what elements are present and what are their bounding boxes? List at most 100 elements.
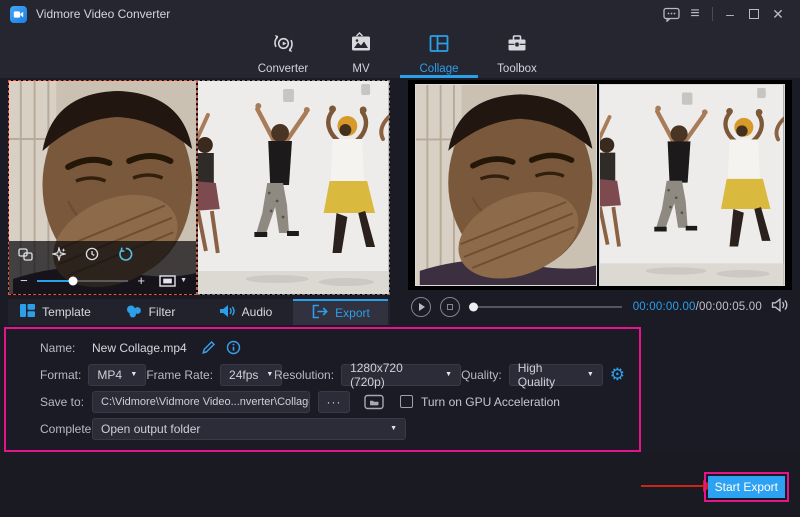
current-time: 00:00:00.00	[633, 301, 696, 313]
zoom-in-icon[interactable]: +	[135, 274, 147, 287]
quality-dropdown[interactable]: High Quality ▼	[509, 364, 603, 386]
format-value: MP4	[97, 368, 122, 382]
save-path-field[interactable]: C:\Vidmore\Vidmore Video...nverter\Colla…	[92, 391, 310, 413]
close-button[interactable]: ✕	[766, 3, 790, 25]
framerate-value: 24fps	[229, 368, 258, 382]
annotation-arrow	[641, 485, 703, 487]
video-man-preview	[416, 85, 596, 285]
framerate-label: Frame Rate:	[146, 368, 213, 382]
filter-icon	[126, 304, 142, 321]
highlight-box: Start Export	[704, 472, 789, 502]
quality-value: High Quality	[518, 361, 579, 389]
subtab-label: Audio	[242, 305, 273, 319]
format-row: Format: MP4 ▼ Frame Rate: 24fps ▼ Resolu…	[6, 361, 639, 388]
volume-icon[interactable]	[771, 298, 789, 317]
complete-action-dropdown[interactable]: Open output folder ▼	[92, 418, 406, 440]
subtab-label: Template	[42, 305, 91, 319]
footer-bar: Start Export	[0, 452, 800, 517]
slider-thumb[interactable]	[69, 276, 78, 285]
scale-slider[interactable]	[37, 280, 128, 282]
complete-row: Complete: Open output folder ▼	[6, 415, 639, 442]
play-button[interactable]	[411, 297, 431, 317]
maximize-button[interactable]	[742, 3, 766, 25]
rename-pencil-icon[interactable]	[201, 340, 216, 355]
format-label: Format:	[40, 368, 81, 382]
browse-more-button[interactable]: ···	[318, 391, 350, 413]
format-dropdown[interactable]: MP4 ▼	[88, 364, 146, 386]
tab-mv[interactable]: MV	[322, 28, 400, 78]
quality-label: Quality:	[461, 368, 502, 382]
subtab-label: Filter	[149, 305, 176, 319]
chevron-down-icon: ▼	[445, 371, 452, 378]
tab-label: Collage	[420, 63, 459, 75]
tab-label: Toolbox	[497, 63, 537, 75]
chevron-down-icon: ▼	[587, 371, 594, 378]
subtab-label: Export	[335, 306, 370, 320]
resolution-dropdown[interactable]: 1280x720 (720p) ▼	[341, 364, 461, 386]
chevron-down-icon: ▼	[266, 371, 273, 378]
seek-bar[interactable]	[471, 306, 622, 308]
stop-button[interactable]	[440, 297, 460, 317]
time-display: 00:00:00.00/00:00:05.00	[633, 301, 762, 313]
collage-cell[interactable]	[197, 80, 390, 295]
feedback-icon[interactable]	[659, 3, 683, 25]
gpu-acceleration-label: Turn on GPU Acceleration	[421, 395, 560, 409]
mv-icon	[349, 31, 373, 59]
tab-label: Converter	[258, 63, 309, 75]
app-window: Vidmore Video Converter ≡ – ✕ Converter …	[0, 0, 800, 517]
minimize-button[interactable]: –	[718, 3, 742, 25]
editor-column: − + ▼	[8, 80, 390, 325]
audio-icon	[219, 304, 235, 321]
resolution-value: 1280x720 (720p)	[350, 361, 437, 389]
open-folder-icon[interactable]	[364, 394, 384, 410]
settings-gear-icon[interactable]: ⚙	[610, 366, 625, 383]
tab-toolbox[interactable]: Toolbox	[478, 28, 556, 78]
subtab-filter[interactable]: Filter	[103, 299, 198, 325]
template-icon	[20, 304, 35, 320]
tab-collage[interactable]: Collage	[400, 28, 478, 78]
collage-cell-selected[interactable]: − + ▼	[8, 80, 197, 295]
app-logo-icon	[10, 6, 27, 23]
collage-icon	[427, 31, 451, 59]
export-settings-panel: Name: New Collage.mp4 Format: MP4 ▼ Fram…	[4, 327, 641, 452]
chevron-down-icon: ▼	[130, 371, 137, 378]
export-icon	[311, 304, 328, 322]
clip-toolbar: − + ▼	[9, 241, 196, 294]
total-time: /00:00:05.00	[696, 301, 762, 313]
menu-icon[interactable]: ≡	[683, 3, 707, 25]
titlebar: Vidmore Video Converter ≡ – ✕	[0, 0, 800, 28]
framerate-dropdown[interactable]: 24fps ▼	[220, 364, 282, 386]
name-row: Name: New Collage.mp4	[6, 334, 639, 361]
save-to-label: Save to:	[40, 395, 92, 409]
subtab-template[interactable]: Template	[8, 299, 103, 325]
toolbox-icon	[505, 31, 529, 59]
gpu-acceleration-checkbox[interactable]	[400, 395, 413, 408]
seek-handle[interactable]	[469, 303, 478, 312]
editor-subtabs: Template Filter Audio Export	[8, 299, 390, 325]
complete-value: Open output folder	[101, 422, 200, 436]
rotate-icon[interactable]	[118, 247, 133, 266]
filter-effect-icon[interactable]	[52, 247, 66, 266]
complete-label: Complete:	[40, 422, 92, 436]
play-icon	[419, 303, 425, 311]
trim-clock-icon[interactable]	[85, 247, 99, 266]
tab-label: MV	[352, 63, 369, 75]
info-icon[interactable]	[226, 340, 241, 355]
replace-clip-icon[interactable]	[18, 248, 33, 266]
subtab-export[interactable]: Export	[293, 299, 388, 325]
titlebar-divider	[712, 7, 713, 21]
tab-converter[interactable]: Converter	[244, 28, 322, 78]
preview-column: 00:00:00.00/00:00:05.00	[408, 80, 792, 325]
collage-preview	[408, 80, 792, 290]
preview-cell-man	[415, 84, 597, 286]
stop-icon	[447, 304, 454, 311]
subtab-audio[interactable]: Audio	[198, 299, 293, 325]
display-mode-button[interactable]: ▼	[159, 275, 187, 287]
zoom-out-icon[interactable]: −	[18, 274, 30, 287]
save-to-row: Save to: C:\Vidmore\Vidmore Video...nver…	[6, 388, 639, 415]
main-nav: Converter MV Collage Toolbox	[0, 28, 800, 78]
chevron-down-icon: ▼	[180, 277, 187, 284]
start-export-button[interactable]: Start Export	[708, 476, 785, 498]
resolution-label: Resolution:	[274, 368, 334, 382]
playback-controls: 00:00:00.00/00:00:05.00	[408, 294, 792, 320]
